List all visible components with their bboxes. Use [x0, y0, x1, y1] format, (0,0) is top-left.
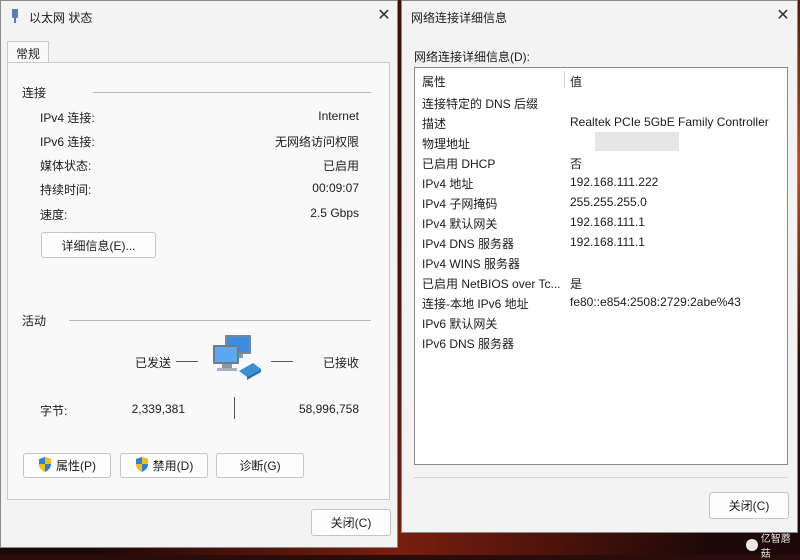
activity-section-title: 活动	[22, 314, 47, 328]
media-state-label: 媒体状态:	[40, 159, 92, 173]
bytes-received-value: 58,996,758	[298, 402, 359, 416]
detail-property: 已启用 NetBIOS over Tc...	[422, 277, 561, 291]
details-caption: 网络连接详细信息(D):	[414, 50, 530, 64]
detail-property: IPv4 默认网关	[422, 217, 498, 231]
disable-button-label: 禁用(D)	[152, 459, 194, 473]
connection-section-title: 连接	[22, 86, 47, 100]
bytes-sent-value: 2,339,381	[131, 402, 185, 416]
network-adapter-icon	[10, 9, 20, 23]
detail-value: 否	[570, 157, 583, 171]
details-list[interactable]: 属性 值 连接特定的 DNS 后缀 描述 Realtek PCIe 5GbE F…	[414, 67, 788, 465]
detail-property: 连接特定的 DNS 后缀	[422, 97, 539, 111]
sent-line	[176, 361, 198, 362]
disable-button[interactable]: 禁用(D)	[120, 453, 208, 478]
ipv6-connection-label: IPv6 连接:	[40, 135, 95, 149]
detail-value: 192.168.111.1	[570, 215, 645, 229]
ethernet-status-window: 以太网 状态 ✕ 常规 连接 IPv4 连接: Internet IPv6 连接…	[0, 0, 398, 548]
ipv4-connection-label: IPv4 连接:	[40, 111, 95, 125]
network-details-window: 网络连接详细信息 ✕ 网络连接详细信息(D): 属性 值 连接特定的 DNS 后…	[401, 0, 798, 533]
section-divider	[93, 92, 371, 93]
media-state-value: 已启用	[322, 159, 359, 173]
window-title: 以太网 状态	[29, 11, 93, 25]
redacted-mac-address	[595, 132, 679, 151]
close-button[interactable]: 关闭(C)	[311, 509, 391, 536]
bytes-separator	[234, 397, 235, 419]
properties-button[interactable]: 属性(P)	[23, 453, 111, 478]
title-bar[interactable]: 网络连接详细信息 ✕	[402, 1, 797, 33]
duration-label: 持续时间:	[40, 183, 92, 197]
close-icon[interactable]: ✕	[373, 5, 395, 27]
detail-property: 物理地址	[422, 137, 471, 151]
shield-icon	[38, 456, 52, 475]
detail-value: 192.168.111.1	[570, 235, 645, 249]
detail-value: 192.168.111.222	[570, 175, 659, 189]
diagnose-button-label: 诊断(G)	[239, 459, 281, 473]
detail-property: IPv4 DNS 服务器	[422, 237, 515, 251]
detail-property: IPv4 WINS 服务器	[422, 257, 521, 271]
column-header-property[interactable]: 属性	[422, 73, 446, 90]
watermark: 亿智蘑菇	[746, 534, 800, 560]
tab-panel	[7, 62, 390, 500]
bytes-label: 字节:	[40, 404, 68, 418]
detail-property: 连接-本地 IPv6 地址	[422, 297, 529, 311]
network-computers-icon	[209, 333, 265, 381]
close-icon[interactable]: ✕	[772, 5, 794, 27]
detail-value: fe80::e854:2508:2729:2abe%43	[570, 295, 741, 309]
detail-property: IPv4 地址	[422, 177, 474, 191]
detail-property: 已启用 DHCP	[422, 157, 496, 171]
title-bar[interactable]: 以太网 状态 ✕	[1, 1, 397, 33]
detail-property: IPv6 DNS 服务器	[422, 337, 515, 351]
shield-icon	[135, 456, 149, 475]
sent-label: 已发送	[135, 356, 172, 370]
detail-property: IPv4 子网掩码	[422, 197, 498, 211]
close-button[interactable]: 关闭(C)	[709, 492, 789, 519]
watermark-text: 亿智蘑菇	[760, 533, 791, 560]
duration-value: 00:09:07	[312, 181, 359, 195]
tab-general-label: 常规	[16, 47, 41, 61]
detail-value: 255.255.255.0	[570, 195, 647, 209]
detail-value: 是	[570, 277, 583, 291]
section-divider	[69, 320, 371, 321]
properties-button-label: 属性(P)	[56, 459, 96, 473]
ipv6-connection-value: 无网络访问权限	[274, 135, 359, 149]
details-button[interactable]: 详细信息(E)...	[41, 232, 156, 258]
column-header-value[interactable]: 值	[570, 73, 582, 90]
window-title: 网络连接详细信息	[411, 11, 508, 25]
details-button-label: 详细信息(E)...	[61, 238, 136, 253]
received-line	[271, 361, 293, 362]
ipv4-connection-value: Internet	[318, 109, 359, 123]
detail-property: IPv6 默认网关	[422, 317, 498, 331]
close-button-label: 关闭(C)	[330, 516, 372, 530]
speed-value: 2.5 Gbps	[310, 206, 359, 220]
speed-label: 速度:	[40, 208, 68, 222]
diagnose-button[interactable]: 诊断(G)	[216, 453, 304, 478]
footer-divider	[414, 477, 788, 478]
detail-property: 描述	[422, 117, 447, 131]
watermark-logo-icon	[746, 538, 758, 551]
close-button-label: 关闭(C)	[728, 499, 770, 513]
detail-value: Realtek PCIe 5GbE Family Controller	[570, 115, 769, 129]
received-label: 已接收	[323, 356, 360, 370]
column-divider[interactable]	[564, 71, 565, 88]
tab-general[interactable]: 常规	[7, 41, 49, 63]
